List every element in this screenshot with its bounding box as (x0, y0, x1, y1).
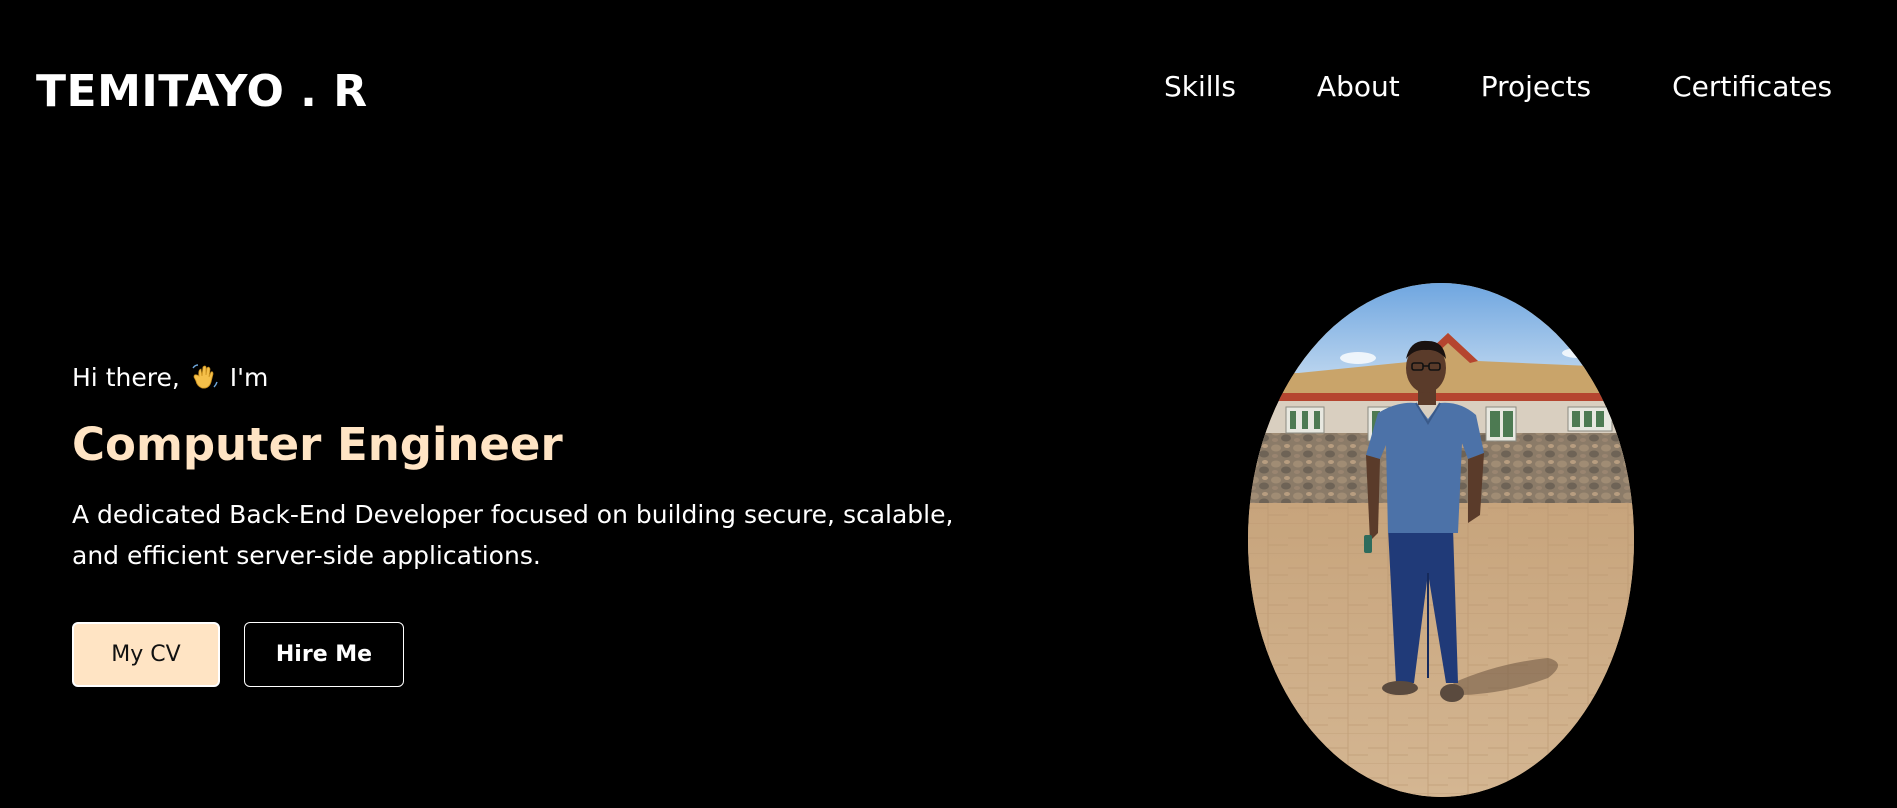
greeting-suffix: I'm (229, 362, 269, 392)
nav-item-certificates[interactable]: Certificates (1672, 70, 1832, 103)
nav-item-projects[interactable]: Projects (1481, 70, 1591, 103)
waving-hand-icon (190, 362, 220, 392)
hero-greeting: Hi there, I'm (72, 362, 268, 392)
site-logo[interactable]: TEMITAYO . R (36, 66, 368, 117)
profile-photo (1248, 283, 1634, 797)
greeting-prefix: Hi there, (72, 362, 180, 392)
nav-item-skills[interactable]: Skills (1164, 70, 1236, 103)
hire-me-button[interactable]: Hire Me (244, 622, 404, 687)
page: TEMITAYO . R Skills About Projects Certi… (0, 0, 1897, 808)
main-nav: Skills About Projects Certificates (1164, 70, 1832, 103)
nav-item-about[interactable]: About (1317, 70, 1400, 103)
hero-description: A dedicated Back-End Developer focused o… (72, 500, 954, 570)
hero-title: Computer Engineer (72, 418, 563, 471)
my-cv-button[interactable]: My CV (72, 622, 220, 687)
